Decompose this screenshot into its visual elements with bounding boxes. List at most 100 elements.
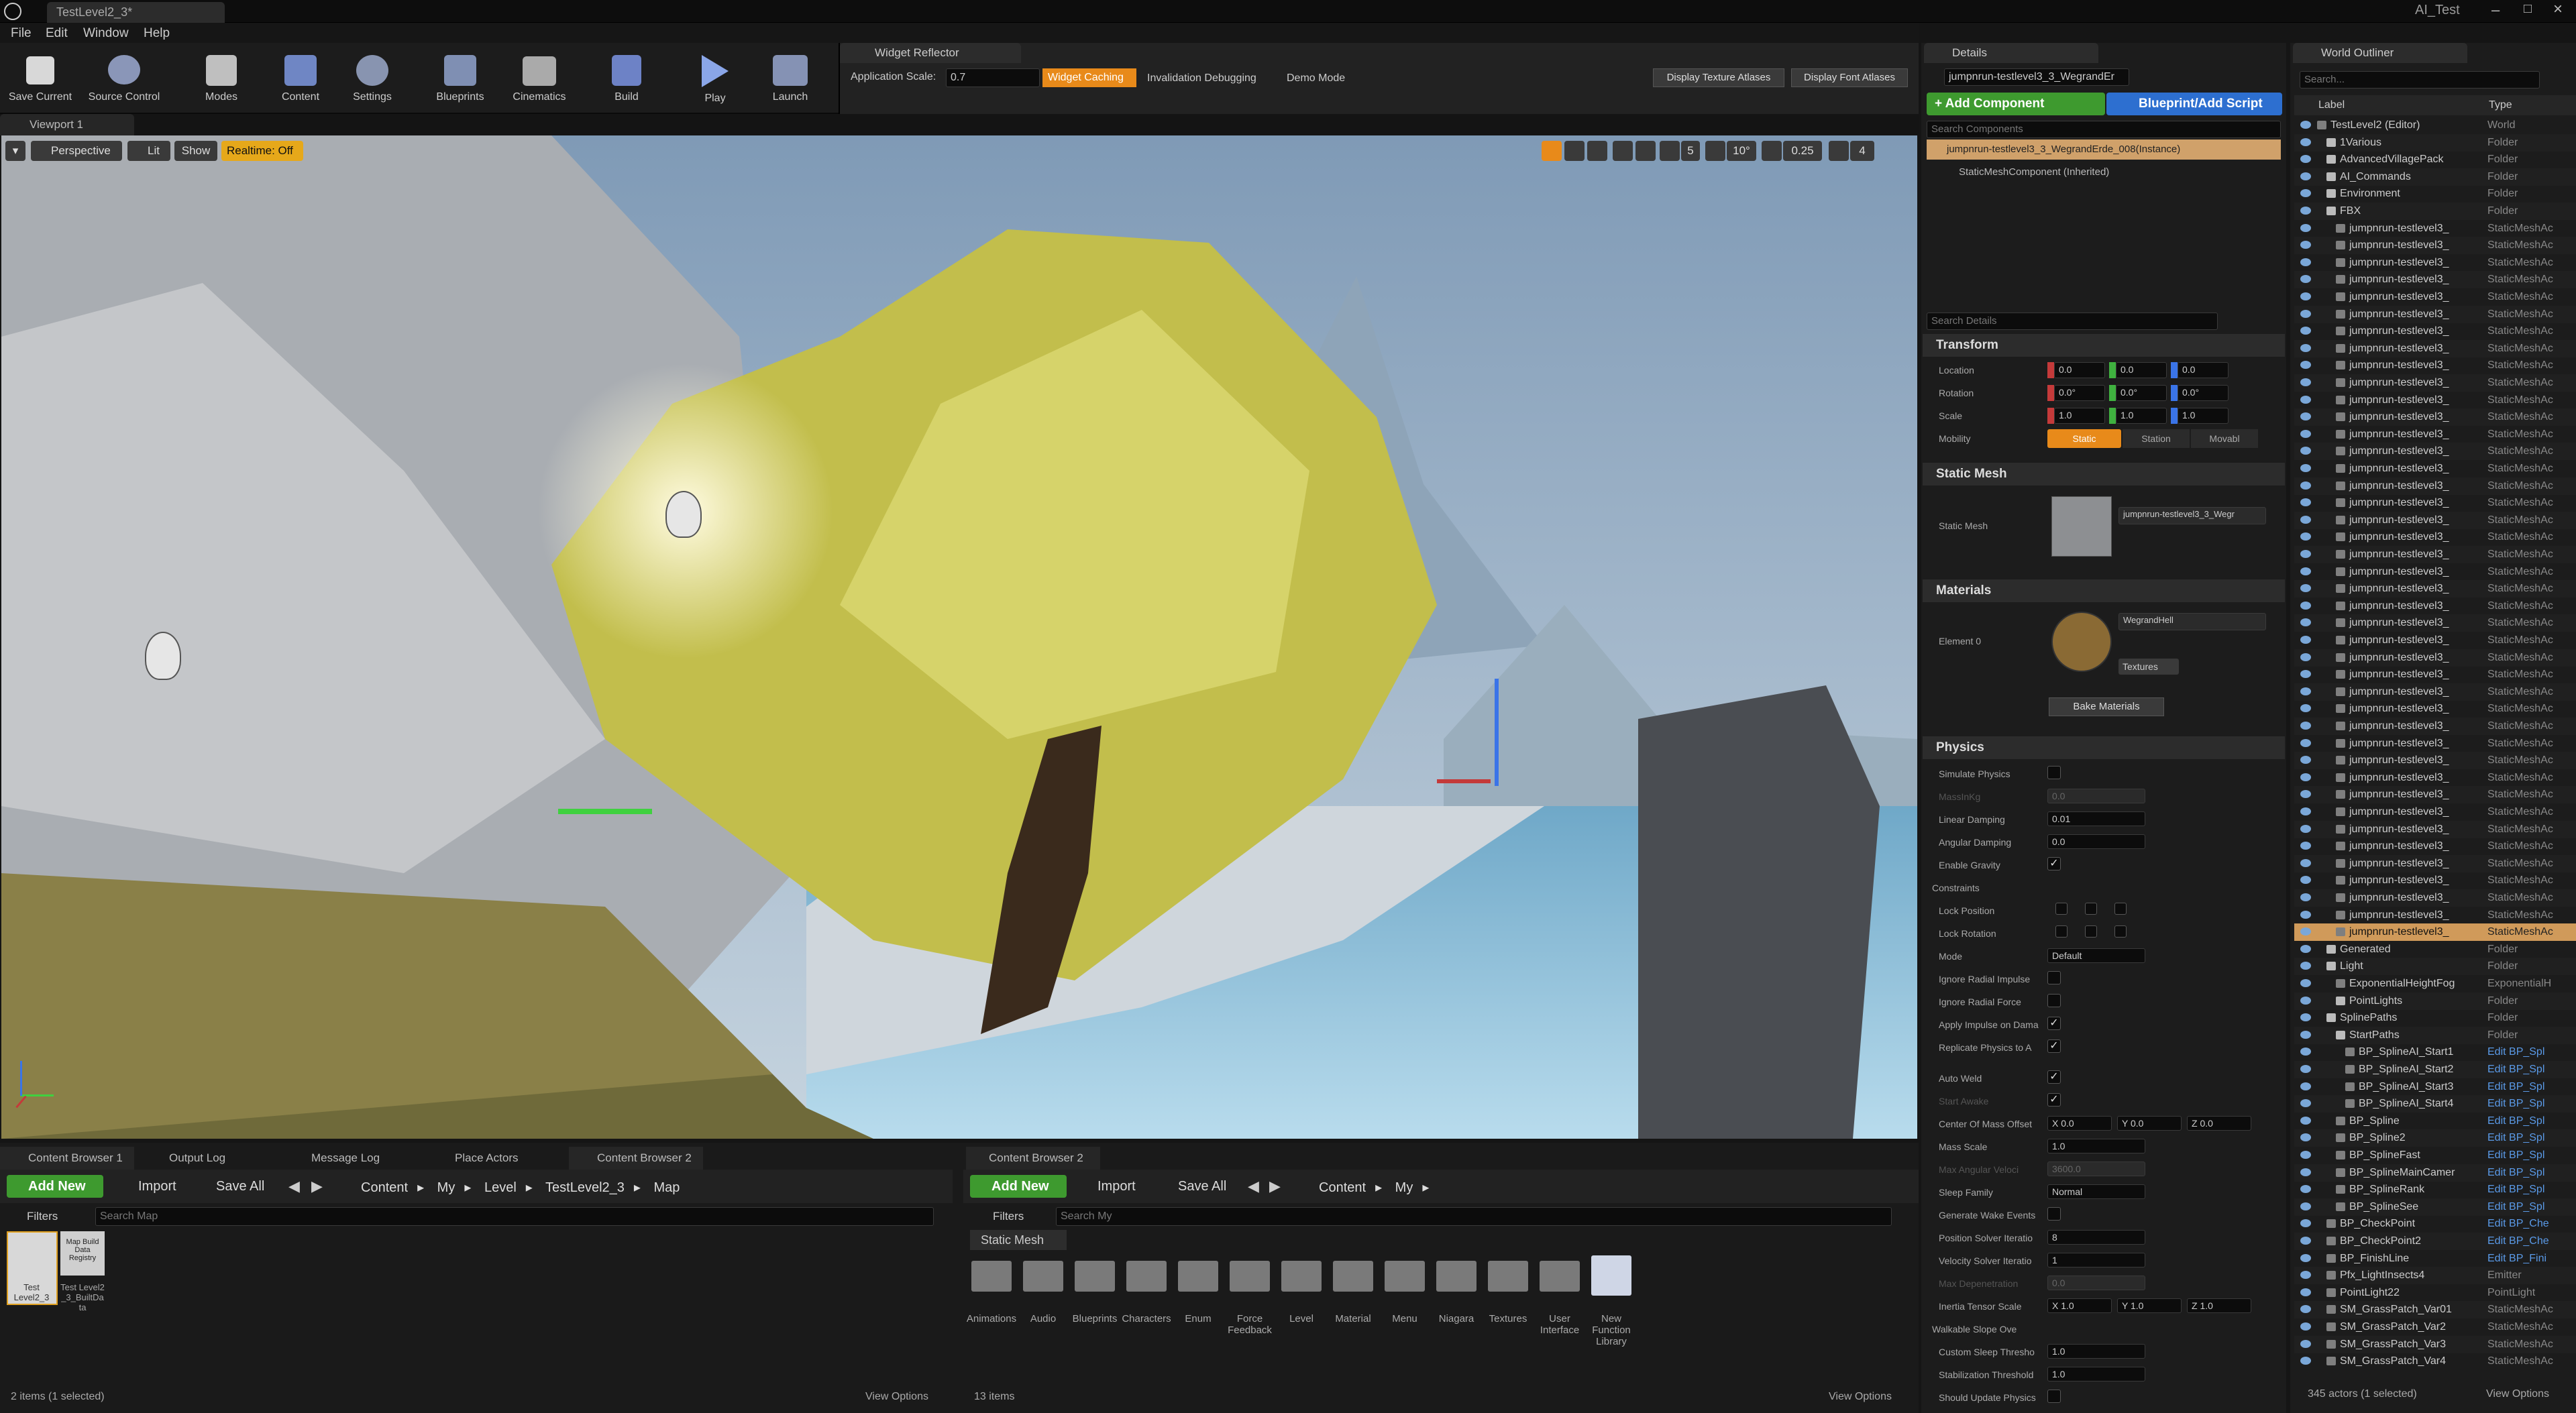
loc-field[interactable]: 0.0 [2116,362,2167,378]
visibility-eye-icon[interactable] [2300,996,2311,1005]
outliner-row[interactable]: jumpnrun-testlevel3_ StaticMeshAc [2294,339,2576,357]
visibility-eye-icon[interactable] [2300,687,2311,695]
visibility-eye-icon[interactable] [2300,893,2311,901]
outliner-row[interactable]: jumpnrun-testlevel3_ StaticMeshAc [2294,323,2576,340]
outliner-row[interactable]: jumpnrun-testlevel3_ StaticMeshAc [2294,477,2576,495]
radial-force-checkbox[interactable] [2047,994,2061,1007]
tab-output-log[interactable]: Output Log [141,1147,275,1170]
visibility-eye-icon[interactable] [2300,756,2311,765]
outliner-row[interactable]: BP_SplineAI_Start2 Edit BP_Spl [2294,1061,2576,1078]
outliner-row[interactable]: jumpnrun-testlevel3_ StaticMeshAc [2294,872,2576,889]
visibility-eye-icon[interactable] [2300,1219,2311,1228]
visibility-eye-icon[interactable] [2300,618,2311,627]
visibility-eye-icon[interactable] [2300,601,2311,610]
folder-thumbnail[interactable] [1385,1261,1425,1292]
maxdep-input[interactable]: 0.0 [2047,1276,2145,1290]
level-viewport[interactable]: ▾ Perspective Lit Show Realtime: Off 5 1… [1,135,1917,1139]
outliner-search-input[interactable]: Search... [2300,71,2540,89]
rot-field[interactable]: 0.0° [2054,385,2105,401]
demo-mode-toggle[interactable]: Demo Mode [1287,72,1345,84]
cb2-filters-button[interactable]: Filters [993,1210,1024,1223]
menu-window[interactable]: Window [83,26,129,41]
visibility-eye-icon[interactable] [2300,704,2311,713]
cinematics-button[interactable]: Cinematics [499,52,580,103]
outliner-row[interactable]: Pfx_LightInsects4 Emitter [2294,1267,2576,1285]
com-field[interactable]: Z 0.0 [2187,1116,2251,1131]
outliner-row[interactable]: jumpnrun-testlevel3_ StaticMeshAc [2294,683,2576,701]
actor-name-input[interactable]: jumpnrun-testlevel3_3_WegrandEr [1944,68,2129,86]
outliner-row[interactable]: jumpnrun-testlevel3_ StaticMeshAc [2294,718,2576,735]
display-font-atlases-button[interactable]: Display Font Atlases [1791,68,1908,87]
visibility-eye-icon[interactable] [2300,636,2311,644]
visibility-eye-icon[interactable] [2300,1253,2311,1262]
close-icon[interactable]: × [2553,0,2563,19]
document-tab[interactable]: TestLevel2_3* [47,2,225,23]
menu-file[interactable]: File [11,26,32,41]
visibility-eye-icon[interactable] [2300,1082,2311,1090]
rot-field[interactable]: 0.0° [2116,385,2167,401]
save-current-button[interactable]: Save Current [0,52,80,103]
outliner-row[interactable]: Generated Folder [2294,941,2576,958]
visibility-eye-icon[interactable] [2300,1305,2311,1314]
outliner-row-type[interactable]: Edit BP_Spl [2487,1147,2544,1164]
minimize-icon[interactable]: – [2491,1,2500,19]
lockrot-axis-checkbox[interactable] [2114,925,2127,938]
cb1-search-input[interactable]: Search Map [95,1207,934,1226]
outliner-row[interactable]: jumpnrun-testlevel3_ StaticMeshAc [2294,907,2576,924]
outliner-row[interactable]: BP_SplineMainCamer Edit BP_Spl [2294,1164,2576,1182]
lockrot-axis-checkbox[interactable] [2055,925,2068,938]
visibility-eye-icon[interactable] [2300,378,2311,386]
outliner-row[interactable]: jumpnrun-testlevel3_ StaticMeshAc [2294,769,2576,787]
folder-thumbnail[interactable] [1230,1261,1270,1292]
outliner-row[interactable]: jumpnrun-testlevel3_ StaticMeshAc [2294,614,2576,632]
visibility-eye-icon[interactable] [2300,584,2311,593]
visibility-eye-icon[interactable] [2300,1271,2311,1280]
rot-field[interactable]: 0.0° [2178,385,2229,401]
visibility-eye-icon[interactable] [2300,121,2311,129]
static-mesh-thumbnail[interactable] [2051,496,2112,557]
outliner-row[interactable]: jumpnrun-testlevel3_ StaticMeshAc [2294,563,2576,581]
com-field[interactable]: X 0.0 [2047,1116,2112,1131]
visibility-eye-icon[interactable] [2300,1030,2311,1039]
outliner-row[interactable]: jumpnrun-testlevel3_ StaticMeshAc [2294,838,2576,855]
visibility-eye-icon[interactable] [2300,567,2311,575]
outliner-row[interactable]: TestLevel2 (Editor) World [2294,117,2576,134]
outliner-row[interactable]: jumpnrun-testlevel3_ StaticMeshAc [2294,648,2576,667]
cb1-back-icon[interactable]: ◀ [288,1178,300,1195]
outliner-view-options[interactable]: View Options [2486,1388,2549,1400]
customsleep-input[interactable]: 1.0 [2047,1344,2145,1359]
visibility-eye-icon[interactable] [2300,515,2311,524]
app-scale-input[interactable]: 0.7 [946,68,1040,87]
visibility-eye-icon[interactable] [2300,481,2311,490]
lockpos-axis-checkbox[interactable] [2114,903,2127,915]
outliner-row[interactable]: jumpnrun-testlevel3_ StaticMeshAc [2294,305,2576,323]
transform-gizmo-arrow[interactable] [1437,779,1491,783]
outliner-row[interactable]: SM_GrassPatch_Var4 StaticMeshAc [2294,1353,2576,1370]
point-light-icon[interactable] [665,491,702,538]
visibility-eye-icon[interactable] [2300,653,2311,661]
unreal-logo-icon[interactable] [4,3,21,20]
cb1-add-new-button[interactable]: Add New [7,1175,103,1198]
outliner-row[interactable]: jumpnrun-testlevel3_ StaticMeshAc [2294,546,2576,563]
visibility-eye-icon[interactable] [2300,1099,2311,1108]
translate-mode-icon[interactable] [1542,141,1562,161]
visibility-eye-icon[interactable] [2300,722,2311,730]
visibility-eye-icon[interactable] [2300,447,2311,455]
outliner-row[interactable]: jumpnrun-testlevel3_ StaticMeshAc [2294,889,2576,907]
scl-field[interactable]: 1.0 [2178,408,2229,424]
visibility-eye-icon[interactable] [2300,1202,2311,1210]
tab-place-actors[interactable]: Place Actors [427,1147,561,1170]
rotation-snap-icon[interactable] [1705,141,1725,161]
masskg-input[interactable]: 0.0 [2047,789,2145,803]
outliner-row[interactable]: jumpnrun-testlevel3_ StaticMeshAc [2294,271,2576,289]
visibility-eye-icon[interactable] [2300,807,2311,815]
visibility-eye-icon[interactable] [2300,361,2311,370]
outliner-row[interactable]: BP_SplineAI_Start4 Edit BP_Spl [2294,1095,2576,1113]
outliner-row[interactable]: BP_Spline2 Edit BP_Spl [2294,1129,2576,1147]
label-column-header[interactable]: Label [2318,95,2345,115]
outliner-row[interactable]: StartPaths Folder [2294,1026,2576,1044]
outliner-row[interactable]: jumpnrun-testlevel3_ StaticMeshAc [2294,923,2576,942]
visibility-eye-icon[interactable] [2300,258,2311,266]
outliner-row[interactable]: SM_GrassPatch_Var2 StaticMeshAc [2294,1318,2576,1336]
add-component-button[interactable]: + Add Component [1927,93,2105,115]
